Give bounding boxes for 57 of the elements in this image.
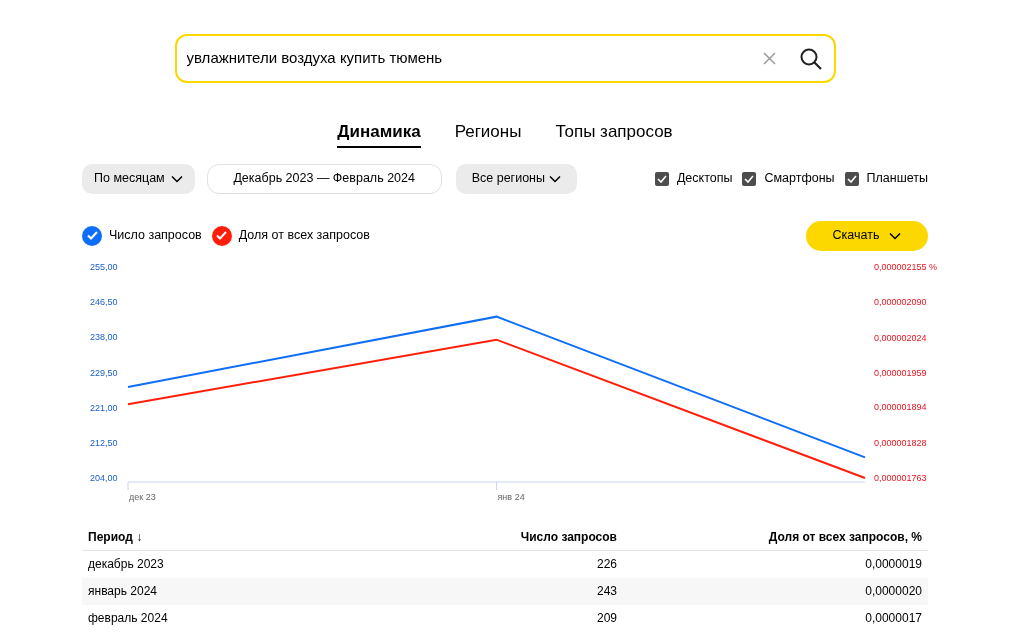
table-cell-text: 0,0000017 — [864, 610, 923, 627]
period-dropdown[interactable]: По месяцам — [82, 163, 195, 194]
check-icon — [86, 231, 98, 240]
checkbox-label: Десктопы — [676, 170, 733, 188]
table-cell-text: декабрь 2023 — [87, 556, 165, 573]
search-icon[interactable] — [799, 47, 822, 70]
table-cell-text: 226 — [595, 556, 617, 573]
legend-label: Доля от всех запросов — [238, 227, 370, 245]
table-cell-text: январь 2024 — [87, 583, 158, 600]
close-icon[interactable] — [762, 52, 776, 65]
table-cell-text: 243 — [595, 583, 617, 600]
y-axis-label: 212,50 — [90, 437, 118, 448]
y-axis-label: 229,50 — [90, 367, 118, 377]
chevron-down-icon — [549, 174, 561, 183]
search-field[interactable]: увлажнители воздуха купить тюмень — [174, 34, 836, 83]
y-axis-label: 246,50 — [90, 296, 118, 307]
x-axis-label: дек 23 — [129, 491, 156, 502]
legend-toggle[interactable] — [82, 225, 102, 246]
check-icon — [656, 174, 667, 183]
search-input[interactable]: увлажнители воздуха купить тюмень — [186, 47, 763, 70]
x-axis-label: янв 24 — [497, 491, 525, 502]
y-axis-label: 221,00 — [90, 402, 118, 413]
table-cell-text: 0,0000019 — [864, 556, 923, 573]
tab[interactable]: Динамика — [337, 119, 421, 148]
y-axis-label: 255,00 — [90, 261, 118, 272]
column-header: Число запросов — [519, 529, 617, 546]
check-icon — [216, 231, 228, 240]
download-button[interactable]: Скачать — [806, 220, 928, 251]
table-cell-text: 0,0000020 — [864, 583, 923, 600]
tab[interactable]: Топы запросов — [555, 119, 673, 148]
checkbox-label: Смартфоны — [764, 170, 835, 188]
tab[interactable]: Регионы — [454, 119, 522, 148]
table-cell-text: февраль 2024 — [87, 610, 169, 627]
checkbox-label: Планшеты — [866, 170, 928, 188]
legend-toggle[interactable] — [211, 225, 232, 246]
y-axis-label: 0,000001959 — [874, 367, 927, 377]
y-axis-label: 204,00 — [90, 472, 118, 483]
check-icon — [744, 174, 755, 183]
chevron-down-icon — [170, 174, 183, 183]
column-header: Доля от всех запросов, % — [767, 529, 923, 546]
y-axis-label: 0,000001828 — [874, 437, 927, 448]
date-range-field[interactable]: Декабрь 2023 — Февраль 2024 — [206, 163, 442, 194]
y-axis-label: 0,000001894 — [874, 402, 927, 412]
y-axis-label: 0,000001763 — [874, 472, 927, 483]
table-cell-text: 209 — [595, 610, 617, 627]
checkbox[interactable] — [742, 171, 757, 186]
checkbox[interactable] — [844, 171, 859, 186]
y-axis-label: 0,000002090 — [874, 296, 927, 307]
y-axis-label: 0,000002024 — [874, 332, 927, 342]
y-axis-label: 0,000002155 % — [874, 261, 938, 272]
chevron-down-icon — [889, 231, 902, 240]
y-axis-label: 238,00 — [90, 331, 118, 342]
check-icon — [846, 174, 857, 183]
legend-label: Число запросов — [109, 227, 202, 245]
column-header[interactable]: Период ↓ — [82, 528, 342, 546]
checkbox[interactable] — [654, 171, 669, 186]
regions-dropdown[interactable]: Все регионы — [455, 163, 577, 194]
